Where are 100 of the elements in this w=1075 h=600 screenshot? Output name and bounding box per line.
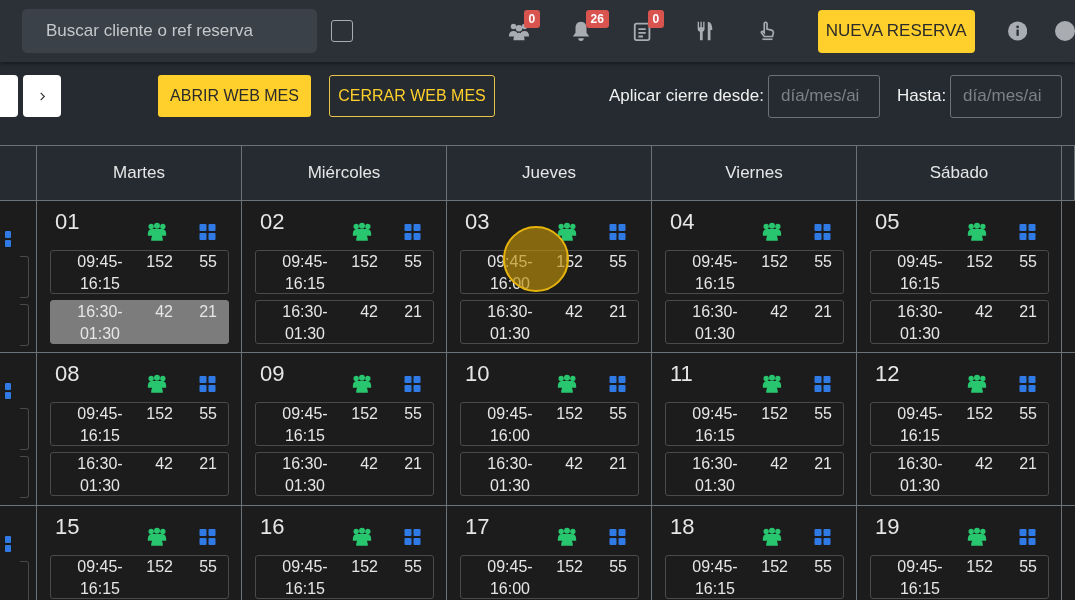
people-icon	[967, 222, 987, 241]
to-label: Hasta:	[896, 86, 947, 106]
people-icon	[967, 374, 987, 393]
close-web-button[interactable]: CERRAR WEB MES	[329, 75, 495, 117]
guest-count: 152	[350, 557, 378, 577]
people-icon	[352, 374, 372, 393]
slot-time: 09:45-16:15	[896, 404, 944, 446]
time-slot[interactable]: 09:45-16:15 152 55	[665, 402, 844, 446]
slot-time: 16:30-01:30	[896, 454, 944, 496]
new-reservation-button[interactable]: NUEVA RESERVA	[817, 9, 975, 53]
count-badge: 0	[647, 10, 665, 28]
grid-icon	[404, 376, 421, 392]
slot-time: 16:30-01:30	[76, 454, 124, 496]
guest-count: 152	[145, 252, 173, 272]
grid-icon	[814, 529, 831, 545]
slot-time: 09:45-16:15	[691, 404, 739, 446]
grid-icon	[609, 376, 626, 392]
time-slot[interactable]: 16:30-01:30 42 21	[50, 452, 229, 496]
grid-icon	[1019, 376, 1036, 392]
time-slot[interactable]: 16:30-01:30 42 21	[255, 452, 434, 496]
guest-count: 42	[769, 454, 788, 474]
time-slot[interactable]: 16:30-01:30 42 21	[460, 452, 639, 496]
time-slot[interactable]: 09:45-16:00 152 55	[460, 402, 639, 446]
grid-icon	[1019, 529, 1036, 545]
day-number: 17	[465, 514, 491, 540]
time-slot[interactable]: 09:45-16:15 152 55	[50, 402, 229, 446]
time-slot[interactable]: 09:45-16:00 152 55	[460, 555, 639, 599]
date-field[interactable]: día/mes/ai	[767, 74, 880, 118]
day-number: 16	[260, 514, 286, 540]
people-icon	[762, 527, 782, 546]
guest-count: 42	[154, 302, 173, 322]
guest-count: 152	[760, 557, 788, 577]
time-slot[interactable]: 16:30-01:30 42 21	[665, 452, 844, 496]
open-web-button[interactable]: ABRIR WEB MES	[158, 75, 311, 117]
time-slot[interactable]: 09:45-16:15 152 55	[255, 555, 434, 599]
people-icon	[557, 222, 577, 241]
table-count: 21	[813, 302, 832, 322]
guest-count: 42	[154, 454, 173, 474]
slot-time: 09:45-16:15	[76, 557, 124, 599]
table-count: 55	[813, 252, 832, 272]
time-slot[interactable]: 09:45-16:15 152 55	[50, 250, 229, 294]
time-slot[interactable]: 09:45-16:15 152 55	[870, 250, 1049, 294]
from-label: Aplicar cierre desde:	[609, 86, 764, 106]
slot-time: 09:45-16:15	[281, 252, 329, 294]
weekday-header: Jueves	[522, 163, 576, 183]
day-number: 01	[55, 209, 81, 235]
slot-box	[20, 408, 29, 450]
grid-icon	[5, 536, 11, 552]
grid-icon	[199, 376, 216, 392]
slot-time: 16:30-01:30	[896, 302, 944, 344]
time-slot[interactable]: 16:30-01:30 42 21	[870, 300, 1049, 344]
people-icon	[147, 222, 167, 241]
slot-time: 16:30-01:30	[486, 302, 534, 344]
search-field[interactable]: Buscar cliente o ref reserva	[22, 9, 318, 53]
table-count: 55	[1018, 404, 1037, 424]
table-count: 21	[198, 302, 217, 322]
table-count: 21	[608, 302, 627, 322]
slot-time: 16:30-01:30	[76, 302, 124, 344]
table-count: 21	[198, 454, 217, 474]
time-slot[interactable]: 09:45-16:15 152 55	[870, 402, 1049, 446]
weekday-header: Miércoles	[307, 163, 381, 183]
table-count: 55	[1018, 557, 1037, 577]
table-count: 21	[608, 454, 627, 474]
table-count: 55	[813, 557, 832, 577]
date-field[interactable]: día/mes/ai	[950, 74, 1063, 118]
table-count: 55	[198, 557, 217, 577]
table-count: 55	[608, 404, 627, 424]
day-number: 04	[670, 209, 696, 235]
time-slot[interactable]: 09:45-16:15 152 55	[665, 250, 844, 294]
time-slot[interactable]: 09:45-16:15 152 55	[255, 402, 434, 446]
info-icon[interactable]	[1007, 21, 1027, 41]
table-count: 21	[403, 454, 422, 474]
guest-count: 152	[555, 404, 583, 424]
time-slot[interactable]: 16:30-01:30 42 21	[460, 300, 639, 344]
people-icon	[557, 527, 577, 546]
table-count: 55	[1018, 252, 1037, 272]
guest-count: 152	[965, 252, 993, 272]
guest-count: 152	[760, 404, 788, 424]
grid-icon	[199, 529, 216, 545]
time-slot[interactable]: 09:45-16:15 152 55	[665, 555, 844, 599]
time-slot[interactable]: 09:45-16:15 152 55	[870, 555, 1049, 599]
time-slot[interactable]: 09:45-16:15 152 55	[255, 250, 434, 294]
table-count: 55	[403, 404, 422, 424]
day-number: 19	[875, 514, 901, 540]
guest-count: 42	[564, 302, 583, 322]
slot-box	[20, 456, 29, 498]
guest-count: 42	[974, 302, 993, 322]
grid-icon	[404, 529, 421, 545]
time-slot[interactable]: 16:30-01:30 42 21	[665, 300, 844, 344]
table-count: 21	[813, 454, 832, 474]
grid-icon	[814, 376, 831, 392]
checkbox[interactable]	[331, 20, 353, 42]
time-slot[interactable]: 16:30-01:30 42 21	[870, 452, 1049, 496]
day-number: 05	[875, 209, 901, 235]
slot-time: 09:45-16:15	[896, 557, 944, 599]
time-slot[interactable]: 16:30-01:30 42 21	[255, 300, 434, 344]
time-slot[interactable]: 09:45-16:15 152 55	[50, 555, 229, 599]
guest-count: 152	[350, 252, 378, 272]
slot-time: 09:45-16:15	[76, 404, 124, 446]
table-count: 55	[403, 557, 422, 577]
